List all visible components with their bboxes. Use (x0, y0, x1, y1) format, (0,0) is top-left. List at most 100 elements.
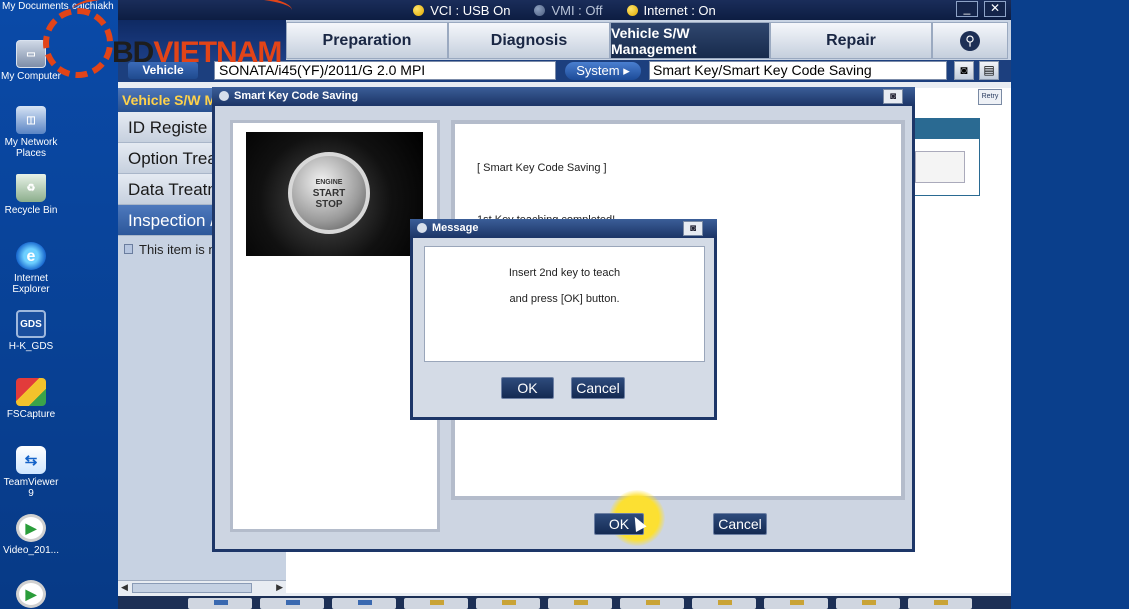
desktop-icon-teamviewer[interactable]: ⇆ TeamViewer 9 (0, 446, 62, 499)
desktop-icon-label: Recycle Bin (4, 205, 58, 216)
retry-button[interactable]: Retry (978, 89, 1002, 105)
search-icon: ⚲ (960, 30, 980, 51)
vci-status-text: VCI : USB On (430, 2, 511, 18)
system-path-field[interactable]: Smart Key/Smart Key Code Saving (649, 61, 947, 80)
scroll-left-icon[interactable]: ◀ (121, 582, 128, 593)
teamviewer-icon: ⇆ (16, 446, 46, 474)
network-icon: ◫ (16, 106, 46, 134)
desktop-icon-network[interactable]: ◫ My Network Places (0, 106, 62, 159)
message-line-1: Insert 2nd key to teach (508, 267, 621, 279)
desktop-icon-recycle-bin[interactable]: ♻ Recycle Bin (0, 174, 62, 216)
desktop-icon-label: My Computer (0, 71, 61, 82)
taskbar-item[interactable] (836, 598, 900, 609)
print-icon[interactable]: ▤ (979, 61, 999, 80)
taskbar-item[interactable] (476, 598, 540, 609)
vmi-status-text: VMI : Off (551, 2, 603, 18)
taskbar-item-icon (862, 600, 876, 605)
desktop-label-my-documents[interactable]: My Documents (2, 1, 69, 12)
taskbar-item[interactable] (332, 598, 396, 609)
taskbar-item[interactable] (764, 598, 828, 609)
watermark-logo: BDVIETNAM (112, 36, 282, 70)
instruction-heading: [ Smart Key Code Saving ] (477, 162, 607, 174)
message-text-box: Insert 2nd key to teach and press [OK] b… (424, 246, 705, 362)
smart-key-dialog-title: Smart Key Code Saving (234, 90, 359, 102)
note-bullet-icon (124, 244, 133, 254)
start-stop-button-photo: ENGINE START STOP (246, 132, 423, 256)
minimize-button[interactable]: _ (956, 1, 978, 17)
taskbar-item[interactable] (620, 598, 684, 609)
internet-status: Internet : On (626, 2, 716, 18)
taskbar-item-icon (574, 600, 588, 605)
windows-desktop: My Documents caichiakh ▭ My Computer ◫ M… (0, 0, 118, 609)
taskbar-item-icon (358, 600, 372, 605)
taskbar-item-icon (430, 600, 444, 605)
desktop-icon-gds[interactable]: GDS H-K_GDS (0, 310, 62, 352)
background-panel-field (915, 151, 965, 183)
message-ok-button[interactable]: OK (501, 377, 554, 399)
message-dialog-body: Insert 2nd key to teach and press [OK] b… (413, 238, 714, 417)
scrollbar-thumb[interactable] (132, 583, 252, 593)
desktop-icon-video-2[interactable]: ▶ (0, 580, 62, 609)
taskbar-item[interactable] (908, 598, 972, 609)
tab-vehicle-sw-management[interactable]: Vehicle S/W Management (610, 22, 770, 59)
desktop-icon-label: FSCapture (6, 409, 56, 420)
taskbar (118, 596, 1011, 609)
camera-icon[interactable]: ◙ (954, 61, 974, 80)
video-file-icon: ▶ (16, 580, 46, 608)
vmi-status-icon (534, 4, 546, 16)
cancel-button[interactable]: Cancel (713, 513, 767, 535)
photo-text-engine: ENGINE (315, 178, 343, 186)
video-file-icon: ▶ (16, 514, 46, 542)
photo-text-start: START (312, 187, 346, 199)
vci-status: VCI : USB On (413, 3, 510, 18)
photo-text-stop: STOP (315, 198, 343, 210)
taskbar-item[interactable] (692, 598, 756, 609)
internet-explorer-icon: e (16, 242, 46, 270)
message-dialog: Message ◙ Insert 2nd key to teach and pr… (410, 219, 717, 420)
taskbar-item[interactable] (548, 598, 612, 609)
taskbar-item-icon (214, 600, 228, 605)
message-dialog-titlebar[interactable]: Message (410, 219, 717, 237)
message-line-2: and press [OK] button. (509, 293, 620, 305)
image-panel: ENGINE START STOP (230, 120, 440, 532)
search-button[interactable]: ⚲ (932, 22, 1008, 59)
camera-icon[interactable]: ◙ (883, 89, 903, 104)
taskbar-item[interactable] (404, 598, 468, 609)
taskbar-item-icon (934, 600, 948, 605)
desktop-icon-label: Video_201... (3, 545, 59, 556)
desktop-icon-internet-explorer[interactable]: e Internet Explorer (0, 242, 62, 295)
horizontal-scrollbar[interactable]: ◀ ▶ (118, 580, 286, 594)
system-button[interactable]: System ▸ (565, 62, 641, 80)
taskbar-item[interactable] (188, 598, 252, 609)
smart-key-dialog-titlebar[interactable]: Smart Key Code Saving (212, 87, 915, 105)
taskbar-item-icon (718, 600, 732, 605)
close-button[interactable]: ✕ (984, 1, 1006, 17)
taskbar-item[interactable] (260, 598, 324, 609)
taskbar-item-icon (646, 600, 660, 605)
left-panel-note-text: This item is n (139, 242, 216, 257)
gds-icon: GDS (16, 310, 46, 338)
watermark-text-2: VIETNAM (153, 36, 282, 69)
tab-diagnosis[interactable]: Diagnosis (448, 22, 610, 59)
desktop-icon-label: H-K_GDS (8, 341, 54, 352)
desktop-icon-label: TeamViewer 9 (3, 477, 59, 499)
recycle-bin-icon: ♻ (16, 174, 46, 202)
vmi-status: VMI : Off (534, 2, 603, 18)
tab-preparation[interactable]: Preparation (286, 22, 448, 59)
taskbar-item-icon (502, 600, 516, 605)
message-cancel-button[interactable]: Cancel (571, 377, 625, 399)
desktop-icon-label: Internet Explorer (12, 273, 50, 295)
fscapture-icon (16, 378, 46, 406)
tab-repair[interactable]: Repair (770, 22, 932, 59)
scroll-right-icon[interactable]: ▶ (276, 582, 283, 593)
internet-status-text: Internet : On (643, 2, 716, 18)
internet-status-icon (626, 4, 638, 16)
computer-icon: ▭ (16, 40, 46, 68)
camera-icon[interactable]: ◙ (683, 221, 703, 236)
desktop-icon-fscapture[interactable]: FSCapture (0, 378, 62, 420)
desktop-right-area (1011, 0, 1129, 609)
taskbar-item-icon (790, 600, 804, 605)
desktop-icon-label: My Network Places (4, 137, 58, 159)
watermark-text-1: BD (112, 36, 154, 69)
desktop-icon-video[interactable]: ▶ Video_201... (0, 514, 62, 556)
